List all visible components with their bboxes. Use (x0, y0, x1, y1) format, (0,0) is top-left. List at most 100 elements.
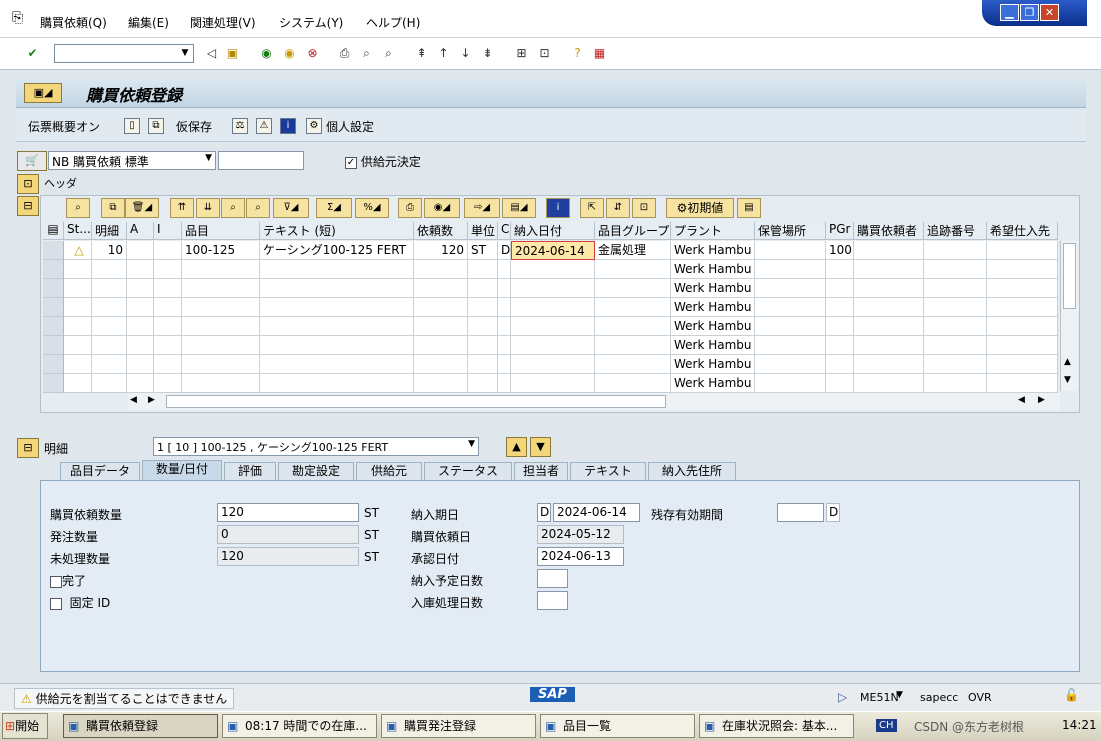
close-button[interactable]: ✕ (1040, 4, 1059, 21)
sort-ascending-icon[interactable]: ⇈ (170, 198, 194, 218)
grid-cell-qty[interactable] (414, 279, 468, 298)
last-page-icon[interactable]: ⇟ (479, 45, 496, 62)
tools-menu-icon[interactable]: ▣◢ (24, 83, 62, 103)
hold-button[interactable]: 仮保存 (176, 118, 212, 135)
copy-row-icon[interactable]: ⧉ (101, 198, 125, 218)
cart-icon[interactable]: 🛒 (17, 151, 47, 171)
grid-cell-date[interactable] (511, 355, 595, 374)
row-selector[interactable] (43, 374, 64, 393)
grid-cell-vendor[interactable] (987, 298, 1058, 317)
grid-cell-a[interactable] (127, 374, 154, 393)
enter-icon[interactable]: ✔ (24, 45, 41, 62)
grid-cell-unit[interactable] (468, 355, 498, 374)
taskbar-item[interactable]: ▣ 品目一覧 (540, 714, 695, 738)
grid-cell-pgr[interactable] (826, 279, 854, 298)
grid-cell-vendor[interactable] (987, 279, 1058, 298)
tab-3[interactable]: 勘定設定 (278, 462, 354, 480)
grid-cell-requester[interactable] (854, 317, 924, 336)
grid-cell-unit[interactable] (468, 279, 498, 298)
info-icon[interactable]: i (280, 118, 296, 134)
scroll-thumb[interactable] (1063, 243, 1076, 309)
sort-descending-icon[interactable]: ⇊ (196, 198, 220, 218)
scroll-left-icon[interactable]: ◀ (130, 395, 137, 405)
grid-cell-a[interactable] (127, 260, 154, 279)
menu-item-purchase-requisition[interactable]: 購買依頼(Q) (40, 14, 107, 31)
chevron-down-icon[interactable]: ▼ (177, 45, 193, 62)
default-values-button[interactable]: ⚙初期値 (666, 198, 734, 218)
grid-cell-status[interactable] (64, 279, 92, 298)
grid-cell-pgr[interactable] (826, 317, 854, 336)
items-collapse-icon[interactable]: ⊟ (17, 196, 39, 216)
grid-cell-vendor[interactable] (987, 260, 1058, 279)
grid-cell-requester[interactable] (854, 298, 924, 317)
grid-cell-date[interactable] (511, 260, 595, 279)
grid-cell-track[interactable] (924, 279, 987, 298)
menu-item-help[interactable]: ヘルプ(H) (366, 14, 420, 31)
grid-cell-group[interactable] (595, 317, 671, 336)
find-next-icon[interactable]: ⌕ (380, 45, 397, 62)
grid-cell-group[interactable] (595, 298, 671, 317)
grid-cell-a[interactable] (127, 336, 154, 355)
tab-8[interactable]: 納入先住所 (648, 462, 736, 480)
column-header[interactable]: テキスト (短) (260, 222, 414, 240)
grid-cell-unit[interactable] (468, 336, 498, 355)
print-grid-icon[interactable]: ⎙ (398, 198, 422, 218)
delivery-date-input[interactable]: 2024-06-14 (553, 503, 640, 522)
grid-cell-status[interactable] (64, 336, 92, 355)
grid-cell-status[interactable] (64, 374, 92, 393)
grid-cell-pgr[interactable] (826, 374, 854, 393)
grid-cell-sloc[interactable] (755, 241, 826, 260)
grid-cell-unit[interactable] (468, 260, 498, 279)
grid-cell-qty[interactable] (414, 260, 468, 279)
check-icon[interactable]: ⚖ (232, 118, 248, 134)
column-header[interactable]: 単位 (468, 222, 498, 240)
layout-menu-icon[interactable]: ▦ (591, 45, 608, 62)
grid-cell-a[interactable] (127, 298, 154, 317)
grid-cell-track[interactable] (924, 241, 987, 260)
personal-settings-button[interactable]: 個人設定 (326, 118, 374, 135)
grid-cell-date[interactable] (511, 279, 595, 298)
grid-cell-qty[interactable] (414, 355, 468, 374)
grid-cell-material[interactable] (182, 260, 260, 279)
scroll-right-icon[interactable]: ▶ (1038, 395, 1045, 405)
grid-cell-c[interactable] (498, 374, 511, 393)
grid-cell-text[interactable] (260, 355, 414, 374)
detail-collapse-icon[interactable]: ⊟ (17, 438, 39, 458)
grid-cell-qty[interactable] (414, 374, 468, 393)
doc-overview-button[interactable]: 伝票概要オン (28, 118, 100, 135)
grid-cell-group[interactable]: 金属処理 (595, 241, 671, 260)
row-selector[interactable] (43, 279, 64, 298)
grid-cell-sloc[interactable] (755, 260, 826, 279)
document-icon[interactable]: ▤ (737, 198, 761, 218)
grid-cell-plant[interactable]: Werk Hambu (671, 298, 755, 317)
first-page-icon[interactable]: ⇞ (413, 45, 430, 62)
grid-cell-track[interactable] (924, 298, 987, 317)
remaining-shelf-life-input[interactable] (777, 503, 824, 522)
grid-cell-vendor[interactable] (987, 355, 1058, 374)
help-icon[interactable]: ? (569, 45, 586, 62)
grid-cell-sloc[interactable] (755, 279, 826, 298)
delivery-date-category[interactable]: D (537, 503, 551, 522)
release-date-input[interactable]: 2024-06-13 (537, 547, 624, 566)
new-session-icon[interactable]: ⊞ (513, 45, 530, 62)
tab-1[interactable]: 数量/日付 (142, 460, 222, 480)
previous-page-icon[interactable]: ↑ (435, 45, 452, 62)
grid-cell-i[interactable] (154, 298, 182, 317)
column-header[interactable]: C (498, 222, 511, 240)
grid-cell-date[interactable] (511, 374, 595, 393)
grid-cell-date[interactable] (511, 317, 595, 336)
grid-cell-requester[interactable] (854, 355, 924, 374)
column-header[interactable]: 依頼数 (414, 222, 468, 240)
grid-cell-c[interactable] (498, 336, 511, 355)
ime-indicator[interactable]: CH (876, 719, 897, 732)
row-selector[interactable] (43, 260, 64, 279)
menu-item-system[interactable]: システム(Y) (279, 14, 343, 31)
planned-delivery-days-input[interactable] (537, 569, 568, 588)
tab-0[interactable]: 品目データ (60, 462, 140, 480)
row-selector[interactable] (43, 355, 64, 374)
grid-cell-track[interactable] (924, 374, 987, 393)
grid-cell-item[interactable] (92, 336, 127, 355)
taskbar-item[interactable]: ▣ 購買発注登録 (381, 714, 536, 738)
grid-cell-sloc[interactable] (755, 355, 826, 374)
grid-cell-c[interactable] (498, 260, 511, 279)
